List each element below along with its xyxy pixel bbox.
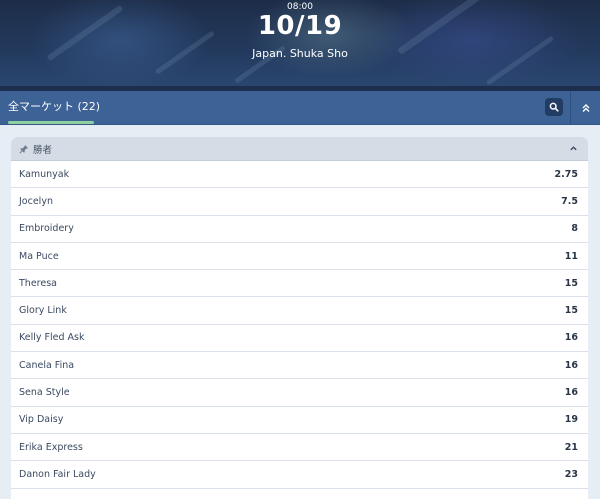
event-title: Japan. Shuka Sho	[252, 47, 348, 60]
selection-row[interactable]: Theresa 15	[11, 270, 588, 298]
selection-name: Kelly Fled Ask	[19, 332, 85, 344]
double-chevron-up-icon	[582, 104, 589, 112]
selection-odds[interactable]: 2.75	[555, 169, 578, 180]
selection-row[interactable]: Kamunyak 2.75	[11, 161, 588, 189]
pin-icon[interactable]	[19, 144, 29, 154]
market-group-winner: 勝者 Kamunyak 2.75 Jocelyn 7.5 Embroidery 8 Ma P…	[11, 137, 588, 499]
selection-odds[interactable]: 11	[565, 251, 578, 262]
market-group-header[interactable]: 勝者	[11, 137, 588, 161]
selection-row[interactable]: Danon Fair Lady 23	[11, 461, 588, 489]
selection-odds[interactable]: 19	[565, 414, 578, 425]
selection-name: Kamunyak	[19, 168, 70, 180]
selection-name: Glory Link	[19, 305, 67, 317]
search-icon	[549, 102, 559, 112]
selection-odds[interactable]: 16	[565, 360, 578, 371]
selection-odds[interactable]: 15	[565, 278, 578, 289]
selection-row[interactable]: Sena Style 16	[11, 379, 588, 407]
chevron-up-icon[interactable]	[569, 144, 578, 153]
selection-row[interactable]: Canela Fina 16	[11, 352, 588, 380]
selection-row[interactable]	[11, 488, 588, 499]
selection-name: Theresa	[19, 277, 57, 289]
tab-all-markets-label: 全マーケット (22)	[8, 100, 101, 113]
selection-name: Erika Express	[19, 441, 83, 453]
selection-row[interactable]: Vip Daisy 19	[11, 406, 588, 434]
selection-odds[interactable]: 15	[565, 305, 578, 316]
selection-row[interactable]: Jocelyn 7.5	[11, 188, 588, 216]
search-button[interactable]	[545, 98, 563, 116]
selection-name: Ma Puce	[19, 250, 59, 262]
selection-odds[interactable]: 8	[571, 223, 578, 234]
selection-row[interactable]: Glory Link 15	[11, 297, 588, 325]
selection-odds[interactable]: 16	[565, 387, 578, 398]
selection-odds[interactable]: 23	[565, 469, 578, 480]
market-filter-bar: 全マーケット (22)	[0, 91, 600, 125]
selection-odds[interactable]: 21	[565, 442, 578, 453]
event-hero-banner: 08:00 10/19 Japan. Shuka Sho	[0, 0, 600, 86]
collapse-all-button[interactable]	[571, 91, 600, 125]
selection-name: Sena Style	[19, 387, 70, 399]
selection-row[interactable]: Ma Puce 11	[11, 242, 588, 271]
selection-odds[interactable]: 16	[565, 332, 578, 343]
selection-name: Canela Fina	[19, 359, 75, 371]
selection-odds[interactable]: 7.5	[561, 196, 578, 207]
selection-row[interactable]: Embroidery 8	[11, 215, 588, 243]
market-group-title: 勝者	[33, 144, 53, 156]
active-tab-indicator	[8, 121, 94, 124]
selection-name: Danon Fair Lady	[19, 468, 96, 480]
selection-name: Jocelyn	[19, 195, 53, 207]
selection-list: Kamunyak 2.75 Jocelyn 7.5 Embroidery 8 Ma Puce…	[11, 161, 588, 499]
selection-row[interactable]: Erika Express 21	[11, 433, 588, 462]
tab-all-markets[interactable]: 全マーケット (22)	[8, 91, 108, 125]
event-date: 10/19	[257, 11, 343, 41]
selection-row[interactable]: Kelly Fled Ask 16	[11, 324, 588, 353]
selection-name: Embroidery	[19, 223, 74, 235]
selection-name: Vip Daisy	[19, 414, 64, 426]
